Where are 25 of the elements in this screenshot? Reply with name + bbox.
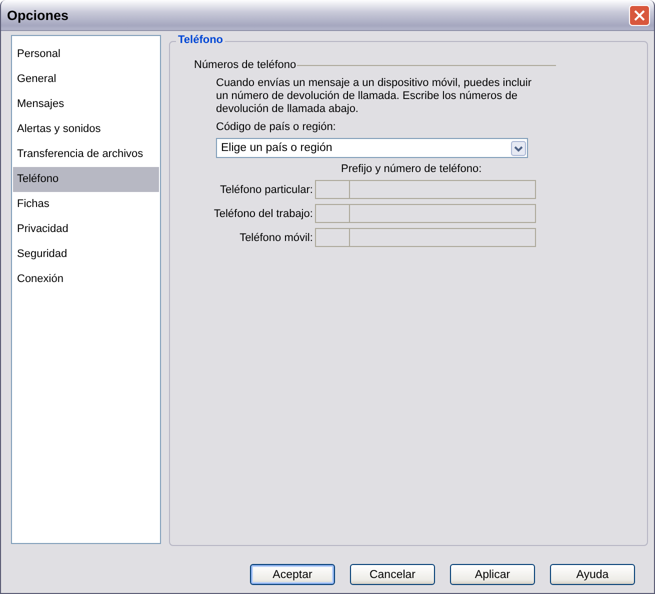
sidebar-item[interactable]: Personal bbox=[13, 42, 159, 67]
group-title: Números de teléfono bbox=[194, 59, 298, 71]
dialog-button[interactable]: Ayuda bbox=[550, 564, 635, 585]
country-dropdown[interactable]: Elige un país o región bbox=[216, 138, 528, 158]
window-title: Opciones bbox=[7, 8, 69, 22]
sidebar-item[interactable]: Teléfono bbox=[13, 167, 159, 192]
description-text: Cuando envías un mensaje a un dispositivo móvil, puedes incluir un número de devolución de llamada. Escribe los números de devolución de llamada abajo. bbox=[216, 77, 533, 116]
dialog-button[interactable]: Cancelar bbox=[350, 564, 435, 585]
dialog-button[interactable]: Aplicar bbox=[450, 564, 535, 585]
sidebar-item[interactable]: Mensajes bbox=[13, 92, 159, 117]
close-icon[interactable] bbox=[629, 4, 650, 26]
phone-label: Teléfono particular: bbox=[218, 184, 314, 196]
phone-label: Teléfono del trabajo: bbox=[212, 208, 314, 220]
sidebar-item[interactable]: Conexión bbox=[13, 267, 159, 292]
sidebar-item[interactable]: Privacidad bbox=[13, 217, 159, 242]
phone-label: Teléfono móvil: bbox=[238, 232, 314, 244]
sidebar-item[interactable]: General bbox=[13, 67, 159, 92]
panel-title: Teléfono bbox=[176, 34, 226, 46]
sidebar-item[interactable]: Alertas y sonidos bbox=[13, 117, 159, 142]
phone-header: Prefijo y número de teléfono: bbox=[341, 163, 483, 175]
dialog-button[interactable]: Aceptar bbox=[250, 564, 335, 585]
sidebar-item[interactable]: Seguridad bbox=[13, 242, 159, 267]
sidebar-item[interactable]: Fichas bbox=[13, 192, 159, 217]
country-label: Código de país o región: bbox=[216, 121, 337, 133]
sidebar-item[interactable]: Transferencia de archivos bbox=[13, 142, 159, 167]
